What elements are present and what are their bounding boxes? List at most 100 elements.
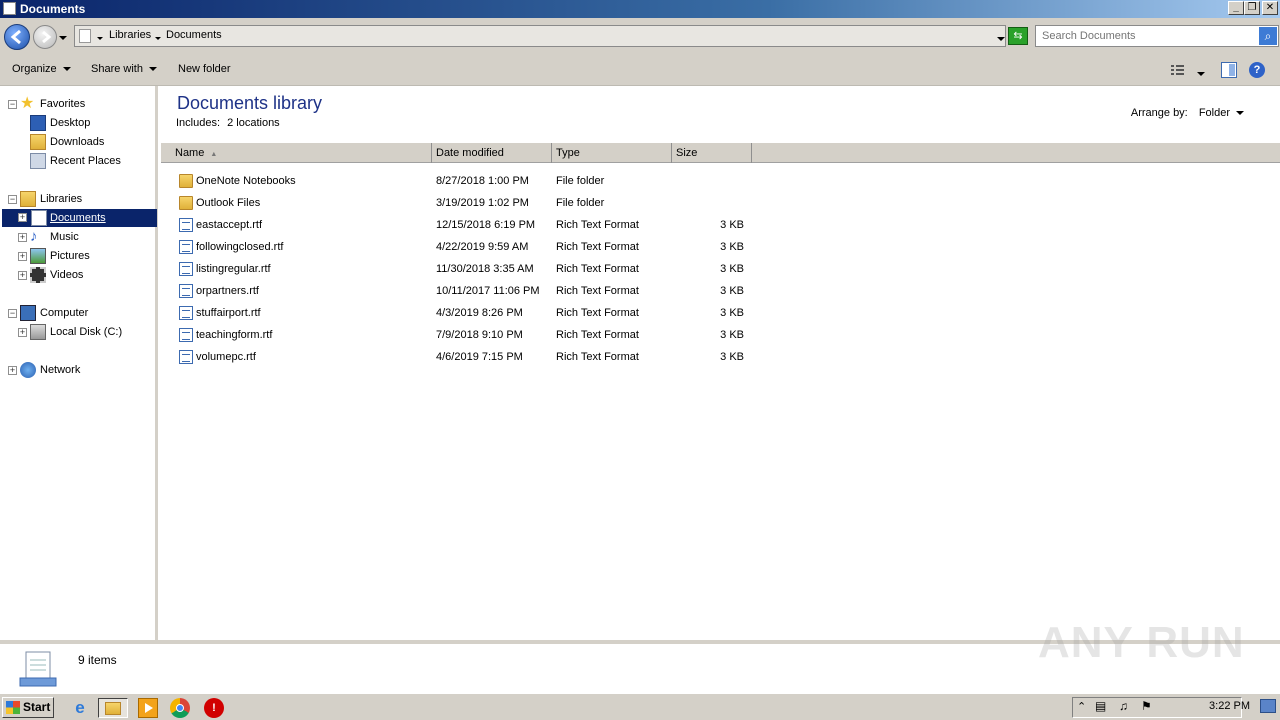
file-size: 3 KB <box>720 285 744 297</box>
file-row[interactable]: orpartners.rtf 10/11/2017 11:06 PM Rich Te… <box>161 280 781 302</box>
search-box[interactable]: ⌕ <box>1035 25 1279 47</box>
file-size: 3 KB <box>720 307 744 319</box>
nav-music[interactable]: ♪ Music <box>30 228 150 246</box>
taskbar-clock[interactable]: 3:22 PM <box>1209 700 1250 712</box>
rtf-file-icon <box>179 306 193 320</box>
media-player-icon[interactable] <box>138 698 158 718</box>
start-button[interactable]: Start <box>2 697 54 718</box>
file-row[interactable]: eastaccept.rtf 12/15/2018 6:19 PM Rich Tex… <box>161 214 781 236</box>
file-date-modified: 10/11/2017 11:06 PM <box>436 285 540 297</box>
breadcrumb-documents[interactable]: Documents <box>166 29 222 41</box>
volume-icon[interactable]: ♫ <box>1119 699 1128 713</box>
file-type: Rich Text Format <box>556 263 639 275</box>
forward-button[interactable] <box>33 25 57 49</box>
nav-network[interactable]: Network <box>20 361 150 379</box>
nav-desktop[interactable]: Desktop <box>30 114 150 132</box>
file-size: 3 KB <box>720 329 744 341</box>
help-icon[interactable]: ? <box>1249 62 1265 78</box>
nav-network-label: Network <box>40 364 81 376</box>
column-header-row: Name ▲ Date modified Type Size <box>161 143 1280 163</box>
back-button[interactable] <box>4 24 30 50</box>
column-date-modified[interactable]: Date modified <box>432 143 552 163</box>
network-status-icon[interactable]: ▤ <box>1095 699 1106 713</box>
internet-explorer-icon[interactable]: e <box>70 698 90 718</box>
recent-pages-chevron-icon[interactable] <box>59 32 67 44</box>
file-type: Rich Text Format <box>556 241 639 253</box>
expand-local-disk-toggle[interactable]: + <box>18 328 27 337</box>
nav-videos[interactable]: Videos <box>30 266 150 284</box>
file-row[interactable]: listingregular.rtf 11/30/2018 3:35 AM Rich… <box>161 258 781 280</box>
share-with-label: Share with <box>91 63 143 75</box>
nav-libraries[interactable]: Libraries <box>20 190 150 208</box>
expand-videos-toggle[interactable]: + <box>18 271 27 280</box>
collapse-favorites-toggle[interactable]: − <box>8 100 17 109</box>
file-type: Rich Text Format <box>556 307 639 319</box>
file-type: Rich Text Format <box>556 219 639 231</box>
computer-icon <box>20 305 36 321</box>
nav-computer-label: Computer <box>40 307 89 319</box>
file-list-area: Documents library Includes: 2 locations … <box>161 86 1280 640</box>
recent-places-icon <box>30 153 46 169</box>
expand-pictures-toggle[interactable]: + <box>18 252 27 261</box>
expand-music-toggle[interactable]: + <box>18 233 27 242</box>
arrange-by-dropdown[interactable]: Folder <box>1199 107 1244 119</box>
organize-button[interactable]: Organize <box>12 63 71 75</box>
minimize-button[interactable]: _ <box>1228 1 1244 15</box>
file-row[interactable]: OneNote Notebooks 8/27/2018 1:00 PM File f… <box>161 170 781 192</box>
refresh-button[interactable]: ⇆ <box>1008 27 1028 45</box>
nav-documents[interactable]: + Documents <box>2 209 157 227</box>
share-with-button[interactable]: Share with <box>91 63 157 75</box>
expand-network-toggle[interactable]: + <box>8 366 17 375</box>
opera-icon[interactable]: ! <box>204 698 224 718</box>
address-row: Libraries Documents ⇆ ⌕ <box>0 18 1280 54</box>
show-desktop-icon[interactable] <box>1260 699 1276 713</box>
chrome-icon[interactable] <box>170 698 190 718</box>
file-size: 3 KB <box>720 241 744 253</box>
command-bar: Organize Share with New folder ? <box>0 54 1280 86</box>
nav-downloads[interactable]: Downloads <box>30 133 150 151</box>
network-icon <box>20 362 36 378</box>
collapse-computer-toggle[interactable]: − <box>8 309 17 318</box>
library-includes: Includes: 2 locations <box>176 117 280 129</box>
file-type: File folder <box>556 197 605 209</box>
file-row[interactable]: followingclosed.rtf 4/22/2019 9:59 AM Rich… <box>161 236 781 258</box>
preview-pane-icon[interactable] <box>1221 62 1237 78</box>
library-title: Documents library <box>177 93 323 113</box>
breadcrumb-libraries[interactable]: Libraries <box>109 29 151 41</box>
nav-local-disk[interactable]: Local Disk (C:) <box>30 323 150 341</box>
collapse-libraries-toggle[interactable]: − <box>8 195 17 204</box>
search-icon[interactable]: ⌕ <box>1259 27 1277 45</box>
pictures-icon <box>30 248 46 264</box>
nav-recent-places[interactable]: Recent Places <box>30 152 150 170</box>
expand-documents-toggle[interactable]: + <box>18 213 27 222</box>
view-options-chevron-icon[interactable] <box>1197 68 1205 80</box>
nav-favorites[interactable]: ★ Favorites <box>20 95 150 113</box>
file-row[interactable]: Outlook Files 3/19/2019 1:02 PM File folde… <box>161 192 781 214</box>
change-view-icon[interactable] <box>1170 62 1186 78</box>
new-folder-button[interactable]: New folder <box>178 63 231 75</box>
close-button[interactable]: ✕ <box>1262 1 1278 15</box>
details-pane: 9 items ANY RUN <box>0 618 1280 693</box>
file-row[interactable]: volumepc.rtf 4/6/2019 7:15 PM Rich Text Fo… <box>161 346 781 368</box>
restore-button[interactable]: ❐ <box>1244 1 1260 15</box>
nav-computer[interactable]: Computer <box>20 304 150 322</box>
windows-explorer-taskbar-button[interactable] <box>98 698 128 718</box>
search-input[interactable] <box>1036 26 1256 46</box>
column-type[interactable]: Type <box>552 143 672 163</box>
file-row[interactable]: stuffairport.rtf 4/3/2019 8:26 PM Rich Tex… <box>161 302 781 324</box>
includes-locations-link[interactable]: 2 locations <box>227 117 280 129</box>
arrange-by-value: Folder <box>1198 107 1230 119</box>
column-size[interactable]: Size <box>672 143 752 163</box>
file-type: Rich Text Format <box>556 329 639 341</box>
windows-logo-icon <box>6 701 20 714</box>
file-name: volumepc.rtf <box>196 351 256 363</box>
show-hidden-icons-icon[interactable]: ⌃ <box>1077 700 1086 713</box>
column-name[interactable]: Name ▲ <box>161 143 432 163</box>
file-date-modified: 12/15/2018 6:19 PM <box>436 219 536 231</box>
file-type: Rich Text Format <box>556 351 639 363</box>
file-row[interactable]: teachingform.rtf 7/9/2018 9:10 PM Rich Tex… <box>161 324 781 346</box>
address-bar[interactable]: Libraries Documents <box>74 25 1006 47</box>
action-center-flag-icon[interactable]: ⚑ <box>1141 699 1152 713</box>
nav-pictures[interactable]: Pictures <box>30 247 150 265</box>
navigation-pane: − ★ Favorites Desktop Downloads Recent P… <box>0 86 158 640</box>
